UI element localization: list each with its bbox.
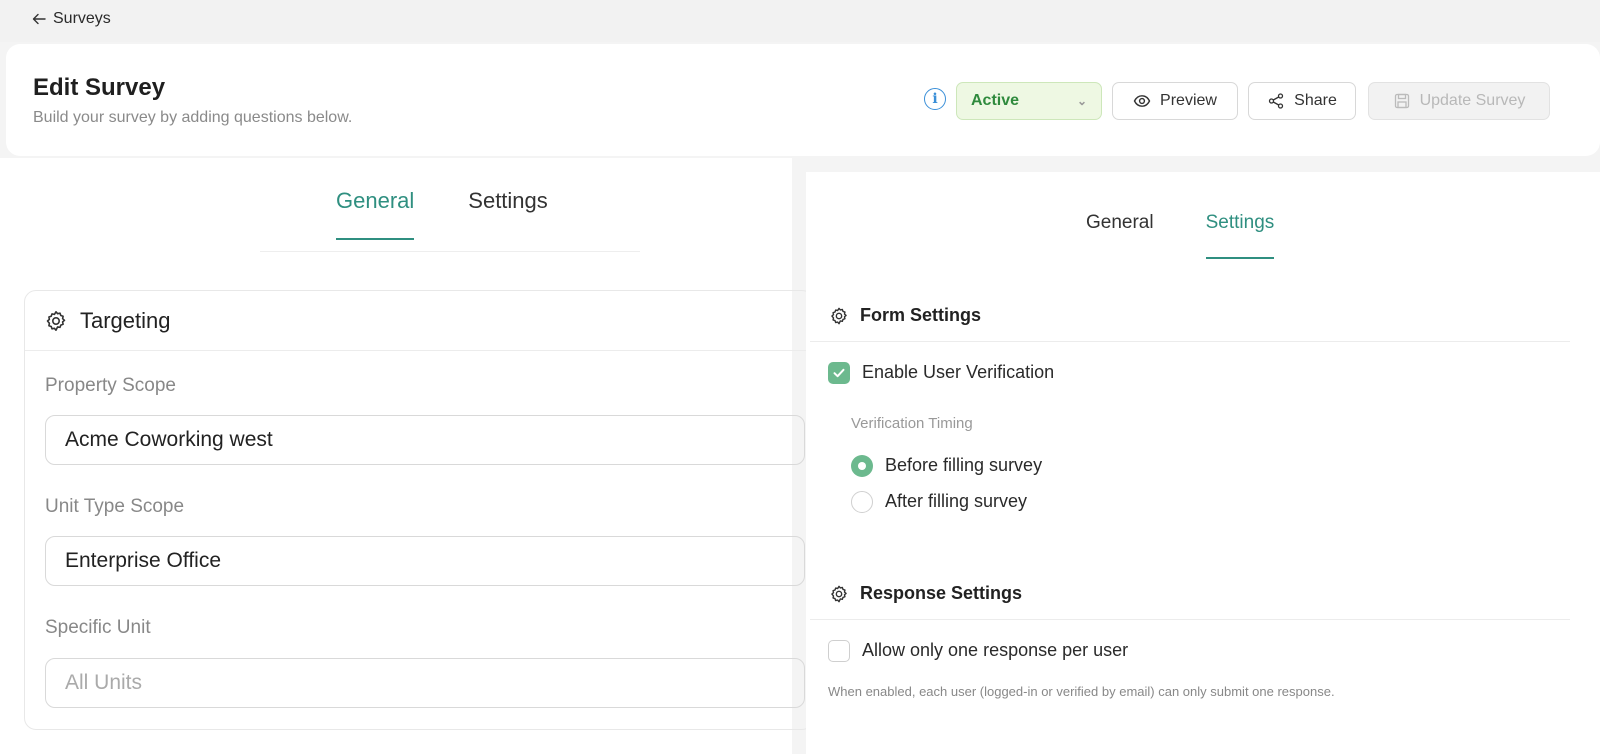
one-response-label: Allow only one response per user bbox=[862, 640, 1129, 660]
response-settings-title: Response Settings bbox=[860, 583, 1023, 603]
form-settings-header: Form Settings bbox=[810, 290, 1570, 342]
back-link-label: Surveys bbox=[53, 10, 111, 27]
radio-after-filling[interactable] bbox=[851, 491, 873, 513]
response-settings-card: Response Settings Allow only one respons… bbox=[810, 568, 1570, 718]
gear-icon bbox=[831, 585, 847, 602]
eye-icon bbox=[1133, 95, 1151, 107]
verification-timing-label: Verification Timing bbox=[851, 415, 973, 432]
after-filling-label: After filling survey bbox=[885, 491, 1028, 511]
arrow-left-icon bbox=[32, 13, 46, 25]
chevron-down-icon: ⌄ bbox=[1076, 94, 1087, 108]
preview-label: Preview bbox=[1160, 92, 1217, 109]
property-scope-label: Property Scope bbox=[45, 375, 176, 396]
response-settings-header: Response Settings bbox=[810, 568, 1570, 620]
enable-verification-checkbox[interactable] bbox=[828, 362, 850, 384]
info-icon[interactable]: i bbox=[924, 88, 946, 110]
targeting-header: Targeting bbox=[25, 291, 813, 351]
save-icon bbox=[1394, 93, 1409, 109]
unit-type-scope-select[interactable]: Enterprise Office bbox=[45, 536, 805, 586]
top-bar: Surveys bbox=[0, 0, 1600, 42]
specific-unit-label: Specific Unit bbox=[45, 617, 151, 638]
preview-button[interactable]: Preview bbox=[1112, 82, 1238, 120]
one-response-checkbox[interactable] bbox=[828, 640, 850, 662]
status-select[interactable]: Active ⌄ bbox=[956, 82, 1102, 120]
update-survey-button[interactable]: Update Survey bbox=[1368, 82, 1550, 120]
page-header: Edit Survey Build your survey by adding … bbox=[6, 44, 1600, 156]
unit-type-scope-label: Unit Type Scope bbox=[45, 496, 185, 517]
status-value: Active bbox=[971, 92, 1020, 109]
general-panel: General Settings Targeting Property Scop… bbox=[0, 158, 814, 754]
page-title: Edit Survey bbox=[33, 74, 166, 101]
property-scope-select[interactable]: Acme Coworking west bbox=[45, 415, 805, 465]
tab-bar-secondary: General Settings bbox=[1086, 212, 1275, 259]
settings-panel: General Settings Form Settings Enable Us… bbox=[806, 172, 1600, 754]
tab-general-secondary[interactable]: General bbox=[1086, 212, 1154, 259]
tab-settings[interactable]: Settings bbox=[468, 188, 548, 240]
radio-before-filling[interactable] bbox=[851, 455, 873, 477]
before-filling-label: Before filling survey bbox=[885, 455, 1043, 475]
form-settings-card: Form Settings Enable User Verification V… bbox=[810, 290, 1570, 522]
update-survey-label: Update Survey bbox=[1419, 92, 1526, 109]
page-subtitle: Build your survey by adding questions be… bbox=[33, 109, 353, 126]
gear-icon bbox=[831, 307, 847, 324]
share-icon bbox=[1268, 93, 1284, 109]
enable-verification-label: Enable User Verification bbox=[862, 362, 1055, 382]
tab-general[interactable]: General bbox=[336, 188, 415, 240]
targeting-card: Targeting Property Scope Acme Coworking … bbox=[24, 290, 814, 730]
specific-unit-select[interactable]: All Units bbox=[45, 658, 805, 708]
check-icon bbox=[833, 368, 845, 378]
tab-divider bbox=[260, 251, 640, 252]
one-response-note: When enabled, each user (logged-in or ve… bbox=[828, 684, 1335, 699]
share-label: Share bbox=[1294, 92, 1337, 109]
form-settings-title: Form Settings bbox=[860, 305, 982, 325]
tab-bar: General Settings bbox=[336, 188, 548, 240]
targeting-title: Targeting bbox=[80, 307, 171, 333]
share-button[interactable]: Share bbox=[1248, 82, 1356, 120]
gear-icon bbox=[46, 310, 66, 331]
back-link[interactable]: Surveys bbox=[31, 10, 111, 28]
tab-settings-secondary[interactable]: Settings bbox=[1205, 212, 1275, 259]
